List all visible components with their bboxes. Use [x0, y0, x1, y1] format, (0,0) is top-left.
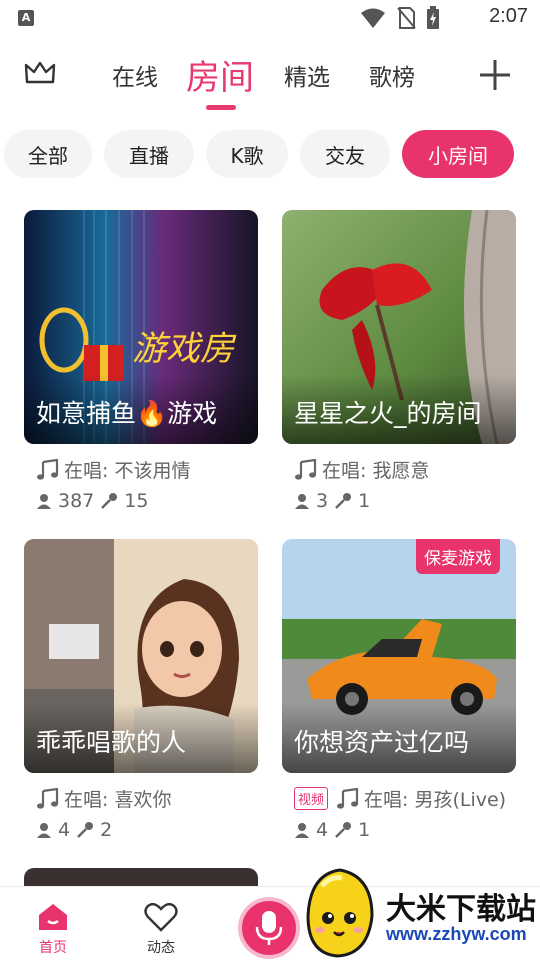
room-card[interactable]: 游戏房 如意捕鱼🔥游戏 在唱: 不该用情 387 15	[24, 210, 258, 512]
listener-count: 3	[316, 490, 329, 512]
room-stats: 4 1	[294, 819, 370, 841]
mic-count: 15	[124, 490, 149, 512]
mic-count: 2	[100, 819, 113, 841]
now-singing: 视频 在唱: 男孩(Live)	[294, 785, 506, 812]
microphone-icon	[101, 493, 118, 509]
video-tag: 视频	[294, 787, 329, 810]
chip-all[interactable]: 全部	[4, 130, 92, 178]
chip-live[interactable]: 直播	[104, 130, 194, 178]
chip-small-room[interactable]: 小房间	[402, 130, 514, 178]
listener-count: 4	[58, 819, 71, 841]
game-room-logo-text: 游戏房	[132, 329, 237, 369]
clock: 2:07	[489, 5, 528, 27]
room-card[interactable]: 星星之火_的房间 在唱: 我愿意 3 1	[282, 210, 516, 512]
room-cover: 乖乖唱歌的人	[24, 539, 258, 773]
nav-moments-label: 动态	[147, 940, 175, 956]
room-cover: 星星之火_的房间	[282, 210, 516, 444]
sing-button[interactable]	[238, 897, 300, 959]
top-nav: 在线 房间 精选 歌榜	[0, 40, 540, 116]
nav-home-label: 首页	[39, 940, 67, 956]
crown-icon[interactable]	[24, 60, 56, 86]
listener-count: 387	[58, 490, 95, 512]
notification-app-icon: A	[18, 10, 34, 26]
room-cover: 游戏房 如意捕鱼🔥游戏	[24, 210, 258, 444]
music-note-icon	[37, 787, 59, 809]
heart-icon	[144, 902, 178, 932]
room-title: 乖乖唱歌的人	[36, 728, 187, 757]
now-singing-text: 在唱: 不该用情	[64, 460, 191, 482]
room-stats: 3 1	[294, 490, 370, 512]
room-cover: 保麦游戏 你想资产过亿吗	[282, 539, 516, 773]
room-card[interactable]: 保麦游戏 你想资产过亿吗 视频 在唱: 男孩(Live) 4 1	[282, 539, 516, 841]
music-note-icon	[337, 787, 359, 809]
chip-karaoke[interactable]: K歌	[206, 130, 288, 178]
room-title: 星星之火_的房间	[294, 399, 482, 428]
game-badge: 保麦游戏	[416, 539, 500, 574]
room-card-partial[interactable]	[24, 868, 258, 886]
room-title: 你想资产过亿吗	[294, 728, 470, 757]
room-stats: 4 2	[36, 819, 112, 841]
room-stats: 387 15	[36, 490, 148, 512]
now-singing-text: 在唱: 我愿意	[322, 460, 430, 482]
add-icon[interactable]	[478, 58, 512, 92]
microphone-icon	[255, 911, 283, 945]
room-title: 如意捕鱼🔥游戏	[36, 399, 218, 428]
mic-count: 1	[358, 490, 371, 512]
person-icon	[37, 494, 51, 509]
now-singing: 在唱: 不该用情	[36, 456, 190, 483]
listener-count: 4	[316, 819, 329, 841]
tab-charts[interactable]: 歌榜	[369, 58, 415, 92]
person-icon	[37, 823, 51, 838]
chip-social[interactable]: 交友	[300, 130, 390, 178]
wifi-icon	[361, 8, 385, 28]
person-icon	[295, 823, 309, 838]
filter-chips: 全部 直播 K歌 交友 小房间	[0, 130, 540, 180]
no-sim-icon	[397, 7, 416, 29]
mic-count: 1	[358, 819, 371, 841]
now-singing-text: 在唱: 喜欢你	[64, 789, 172, 811]
music-note-icon	[37, 458, 59, 480]
music-note-icon	[295, 458, 317, 480]
now-singing-text: 在唱: 男孩(Live)	[364, 789, 507, 811]
site-watermark: 大米下载站 www.zzhyw.com	[300, 866, 540, 960]
battery-charging-icon	[427, 6, 439, 29]
microphone-icon	[335, 493, 352, 509]
watermark-url: www.zzhyw.com	[386, 924, 527, 944]
rice-mascot-logo	[306, 868, 374, 958]
tab-featured[interactable]: 精选	[284, 58, 330, 92]
tab-online[interactable]: 在线	[112, 58, 158, 92]
home-icon	[39, 904, 67, 930]
nav-moments[interactable]: 动态	[126, 901, 196, 957]
person-icon	[295, 494, 309, 509]
now-singing: 在唱: 喜欢你	[36, 785, 171, 812]
microphone-icon	[335, 822, 352, 838]
microphone-icon	[77, 822, 94, 838]
tab-rooms[interactable]: 房间	[186, 50, 254, 99]
active-tab-indicator	[206, 105, 236, 110]
now-singing: 在唱: 我愿意	[294, 456, 429, 483]
nav-home[interactable]: 首页	[18, 901, 88, 957]
watermark-name: 大米下载站	[386, 892, 536, 927]
status-bar: A 2:07	[0, 0, 540, 36]
room-card[interactable]: 乖乖唱歌的人 在唱: 喜欢你 4 2	[24, 539, 258, 841]
